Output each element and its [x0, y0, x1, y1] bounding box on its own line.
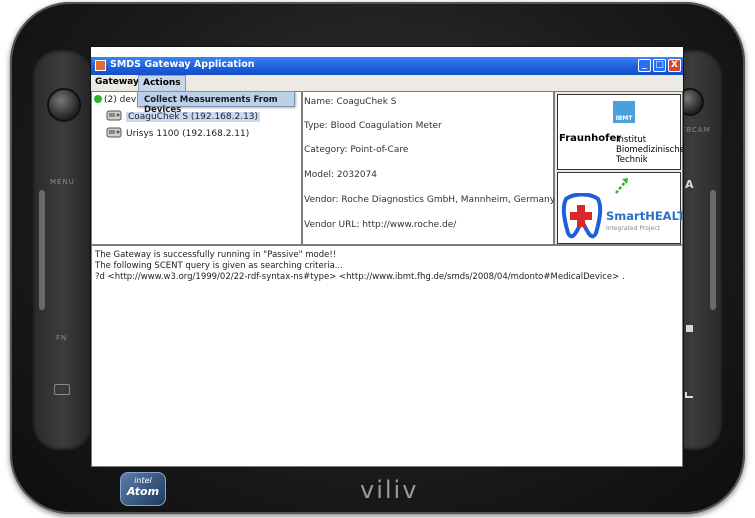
menu-bar: Gateway Actions	[91, 75, 683, 92]
atom-label: Atom	[126, 484, 160, 498]
left-joystick[interactable]	[47, 88, 81, 122]
right-scroll-strip[interactable]	[710, 190, 716, 310]
smarthealth-logo: SmartHEALTH Integrated Project	[557, 172, 683, 244]
window-title: SMDS Gateway Application	[110, 59, 255, 70]
fn-hw-label: FN	[56, 334, 68, 342]
device-details: Name: CoaguChek S Type: Blood Coagulatio…	[302, 91, 556, 245]
tree-item-label: Urisys 1100 (192.168.2.11)	[126, 129, 250, 139]
detail-vendor-url: Vendor URL: http://www.roche.de/	[304, 220, 457, 230]
maximize-button[interactable]: □	[653, 59, 666, 72]
status-dot-icon	[94, 95, 102, 103]
close-button[interactable]: X	[668, 59, 681, 72]
minimize-button[interactable]: _	[638, 59, 651, 72]
institute-line: Institut	[616, 135, 647, 145]
log-output: The Gateway is successfully running in "…	[91, 245, 683, 467]
device-tree: (2) devic CoaguChek S (192.168.2.13) Uri…	[91, 91, 302, 245]
smarthealth-tooth-icon	[561, 193, 603, 239]
desktop-strip	[91, 47, 683, 57]
detail-model: Model: 2032074	[304, 170, 377, 180]
log-line: The following SCENT query is given as se…	[95, 261, 343, 271]
smarthealth-arrow-icon	[615, 178, 628, 194]
device-icon	[106, 110, 122, 121]
fraunhofer-label: Fraunhofer	[559, 133, 622, 144]
brand-logo: viliv	[360, 476, 419, 504]
b-button-icon	[686, 325, 693, 332]
menu-hw-label: MENU	[50, 178, 75, 186]
tree-item-urisys[interactable]: Urisys 1100 (192.168.2.11)	[106, 126, 249, 139]
fraunhofer-logo: IBMT Fraunhofer Institut Biomedizinische…	[557, 94, 684, 170]
a-button[interactable]: A	[685, 178, 694, 191]
detail-category: Category: Point-of-Care	[304, 145, 409, 155]
left-scroll-strip[interactable]	[39, 190, 45, 310]
smarthealth-label: SmartHEALTH	[606, 209, 683, 223]
keyboard-icon[interactable]	[54, 384, 70, 395]
tree-item-coaguchek[interactable]: CoaguChek S (192.168.2.13)	[106, 109, 261, 122]
window-titlebar[interactable]: SMDS Gateway Application _ □ X	[91, 57, 683, 75]
smarthealth-subtitle: Integrated Project	[606, 225, 660, 232]
app-icon	[95, 60, 106, 71]
detail-name: Name: CoaguChek S	[304, 97, 397, 107]
detail-type: Type: Blood Coagulation Meter	[304, 121, 442, 131]
menu-actions[interactable]: Actions	[138, 75, 186, 92]
menu-item-collect-measurements[interactable]: Collect Measurements From Devices	[137, 91, 295, 115]
ibmt-label: IBMT	[615, 115, 633, 122]
logo-panel: IBMT Fraunhofer Institut Biomedizinische…	[554, 91, 683, 245]
log-line: ?d <http://www.w3.org/1999/02/22-rdf-syn…	[95, 272, 625, 282]
intel-atom-badge: intel Atom	[120, 472, 166, 506]
device-screen: SMDS Gateway Application _ □ X Gateway A…	[90, 46, 684, 468]
ibmt-logo: IBMT	[613, 101, 635, 123]
log-line: The Gateway is successfully running in "…	[95, 250, 337, 260]
left-control-panel: MENU FN	[32, 50, 94, 450]
device-icon	[106, 127, 122, 138]
c-button-icon	[685, 392, 693, 398]
institute-name: Institut Biomedizinische Technik	[616, 135, 684, 165]
detail-vendor: Vendor: Roche Diagnostics GmbH, Mannheim…	[304, 195, 556, 205]
institute-line: Biomedizinische	[616, 145, 684, 155]
institute-line: Technik	[616, 155, 648, 165]
menu-gateway[interactable]: Gateway	[95, 77, 139, 87]
